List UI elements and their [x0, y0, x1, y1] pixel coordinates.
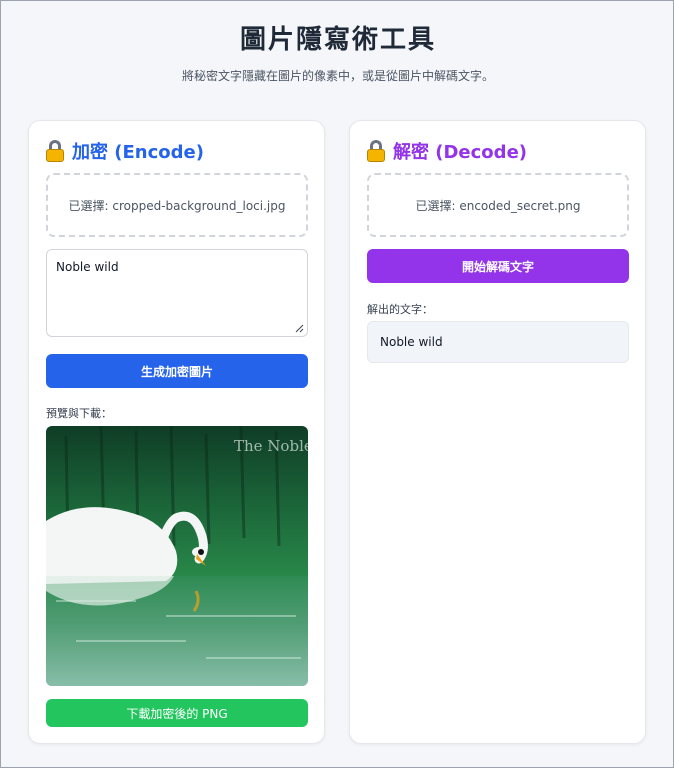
resize-grip-icon[interactable] [295, 324, 304, 333]
encode-file-selected: 已選擇: cropped-background_loci.jpg [68, 198, 286, 213]
swan-image: The Noble [46, 426, 308, 686]
start-decode-button[interactable]: 開始解碼文字 [367, 249, 629, 283]
generate-encoded-image-button[interactable]: 生成加密圖片 [46, 354, 308, 388]
decode-file-selected: 已選擇: encoded_secret.png [415, 198, 581, 213]
decode-file-picker[interactable]: 已選擇: encoded_secret.png [367, 173, 629, 237]
page-subtitle: 將秘密文字隱藏在圖片的像素中，或是從圖片中解碼文字。 [181, 69, 494, 83]
preview-label: 預覽與下載： [46, 407, 112, 420]
decoded-text-label: 解出的文字： [367, 303, 433, 316]
page-title: 圖片隱寫術工具 [239, 25, 436, 55]
download-encoded-png-button[interactable]: 下載加密後的 PNG [46, 699, 308, 727]
decoded-text-output: Noble wild [367, 321, 629, 363]
decode-title-label: 解密 (Decode) [393, 142, 527, 163]
preview-watermark: The Noble [234, 437, 308, 455]
encode-card: 加密 (Encode) 已選擇: cropped-background_loci… [28, 120, 325, 744]
encode-file-picker[interactable]: 已選擇: cropped-background_loci.jpg [46, 173, 308, 237]
secret-message-value: Noble wild [56, 260, 119, 274]
encode-title: 加密 (Encode) [46, 138, 204, 164]
decoded-text-value: Noble wild [380, 335, 443, 349]
lock-icon [367, 140, 385, 162]
decode-title: 解密 (Decode) [367, 138, 527, 164]
encoded-image-preview: The Noble [46, 426, 308, 686]
secret-message-textarea[interactable]: Noble wild [46, 249, 308, 337]
decode-card: 解密 (Decode) 已選擇: encoded_secret.png 開始解碼… [349, 120, 646, 744]
lock-icon [46, 140, 64, 162]
encode-title-label: 加密 (Encode) [72, 142, 204, 163]
